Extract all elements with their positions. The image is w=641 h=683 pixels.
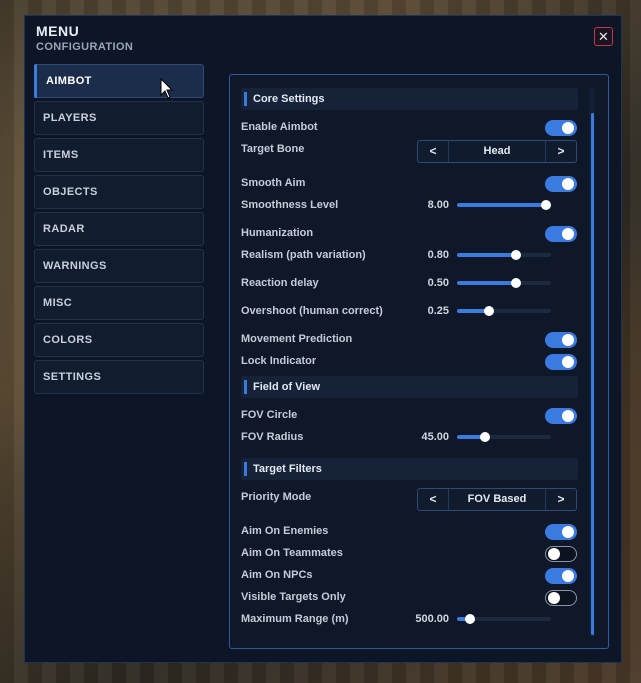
slider-thumb[interactable] [483, 306, 494, 316]
menu-subtitle: CONFIGURATION [36, 41, 134, 53]
slider-thumb[interactable] [465, 614, 476, 624]
slider-thumb[interactable] [510, 278, 521, 288]
visible-targets-label: Visible Targets Only [241, 591, 346, 603]
sidebar-item-items[interactable]: ITEMS [34, 138, 204, 172]
fov-circle-label: FOV Circle [241, 409, 298, 421]
smoothness-level-label: Smoothness Level [241, 199, 339, 211]
enable-aimbot-label: Enable Aimbot [241, 121, 318, 133]
aim-teammates-toggle[interactable] [545, 546, 577, 562]
aim-enemies-toggle[interactable] [545, 524, 577, 540]
sidebar-item-colors[interactable]: COLORS [34, 323, 204, 357]
smooth-aim-label: Smooth Aim [241, 177, 306, 189]
slider-thumb[interactable] [541, 200, 551, 210]
target-bone-next-button[interactable]: > [545, 141, 576, 162]
toggle-knob [562, 228, 574, 240]
movement-prediction-label: Movement Prediction [241, 333, 353, 345]
overshoot-value: 0.25 [427, 305, 449, 317]
humanization-label: Humanization [241, 227, 314, 239]
smoothness-level-value: 8.00 [427, 199, 449, 211]
fov-radius-slider[interactable] [457, 431, 551, 443]
sidebar-item-objects[interactable]: OBJECTS [34, 175, 204, 209]
smoothness-level-slider[interactable] [457, 199, 551, 211]
menu-title: MENU [36, 23, 80, 39]
realism-slider[interactable] [457, 249, 551, 261]
overshoot-label: Overshoot (human correct) [241, 305, 383, 317]
visible-targets-toggle[interactable] [545, 590, 577, 606]
section-core-settings: Core Settings [241, 88, 578, 110]
target-bone-value: Head [483, 145, 511, 157]
menu-window: MENU CONFIGURATION ✕ AIMBOT PLAYERS ITEM… [24, 15, 622, 663]
target-bone-selector: < Head > [417, 140, 577, 163]
toggle-knob [562, 178, 574, 190]
realism-label: Realism (path variation) [241, 249, 366, 261]
fov-radius-value: 45.00 [421, 431, 449, 443]
fov-circle-toggle[interactable] [545, 408, 577, 424]
reaction-delay-label: Reaction delay [241, 277, 319, 289]
lock-indicator-toggle[interactable] [545, 354, 577, 370]
toggle-knob [562, 122, 574, 134]
toggle-knob [548, 548, 560, 560]
sidebar-item-players[interactable]: PLAYERS [34, 101, 204, 135]
toggle-knob [562, 356, 574, 368]
toggle-knob [562, 410, 574, 422]
section-target-filters: Target Filters [241, 458, 578, 480]
sidebar: AIMBOT PLAYERS ITEMS OBJECTS RADAR WARNI… [34, 64, 204, 397]
section-field-of-view: Field of View [241, 376, 578, 398]
maximum-range-label: Maximum Range (m) [241, 613, 349, 625]
priority-mode-label: Priority Mode [241, 491, 312, 503]
toggle-knob [562, 334, 574, 346]
settings-panel: Core Settings Enable Aimbot Target Bone … [229, 74, 609, 649]
slider-thumb[interactable] [479, 432, 490, 442]
target-bone-prev-button[interactable]: < [418, 141, 449, 162]
reaction-delay-slider[interactable] [457, 277, 551, 289]
priority-mode-selector: < FOV Based > [417, 488, 577, 511]
toggle-knob [562, 570, 574, 582]
maximum-range-value: 500.00 [415, 613, 449, 625]
priority-mode-value: FOV Based [467, 493, 527, 505]
realism-value: 0.80 [427, 249, 449, 261]
sidebar-item-warnings[interactable]: WARNINGS [34, 249, 204, 283]
toggle-knob [548, 592, 560, 604]
smooth-aim-toggle[interactable] [545, 176, 577, 192]
sidebar-item-misc[interactable]: MISC [34, 286, 204, 320]
movement-prediction-toggle[interactable] [545, 332, 577, 348]
overshoot-slider[interactable] [457, 305, 551, 317]
priority-mode-prev-button[interactable]: < [418, 489, 449, 510]
target-bone-label: Target Bone [241, 143, 305, 155]
reaction-delay-value: 0.50 [427, 277, 449, 289]
aim-npcs-toggle[interactable] [545, 568, 577, 584]
priority-mode-next-button[interactable]: > [545, 489, 576, 510]
lock-indicator-label: Lock Indicator [241, 355, 317, 367]
close-icon: ✕ [598, 29, 609, 44]
aim-npcs-label: Aim On NPCs [241, 569, 313, 581]
sidebar-item-radar[interactable]: RADAR [34, 212, 204, 246]
aim-teammates-label: Aim On Teammates [241, 547, 343, 559]
sidebar-item-settings[interactable]: SETTINGS [34, 360, 204, 394]
sidebar-item-aimbot[interactable]: AIMBOT [34, 64, 204, 98]
mouse-cursor-icon [160, 78, 174, 99]
enable-aimbot-toggle[interactable] [545, 120, 577, 136]
close-button[interactable]: ✕ [594, 27, 613, 46]
humanization-toggle[interactable] [545, 226, 577, 242]
aim-enemies-label: Aim On Enemies [241, 525, 329, 537]
maximum-range-slider[interactable] [457, 613, 551, 625]
scrollbar-thumb[interactable] [591, 113, 594, 635]
slider-thumb[interactable] [510, 250, 521, 260]
toggle-knob [562, 526, 574, 538]
fov-radius-label: FOV Radius [241, 431, 304, 443]
